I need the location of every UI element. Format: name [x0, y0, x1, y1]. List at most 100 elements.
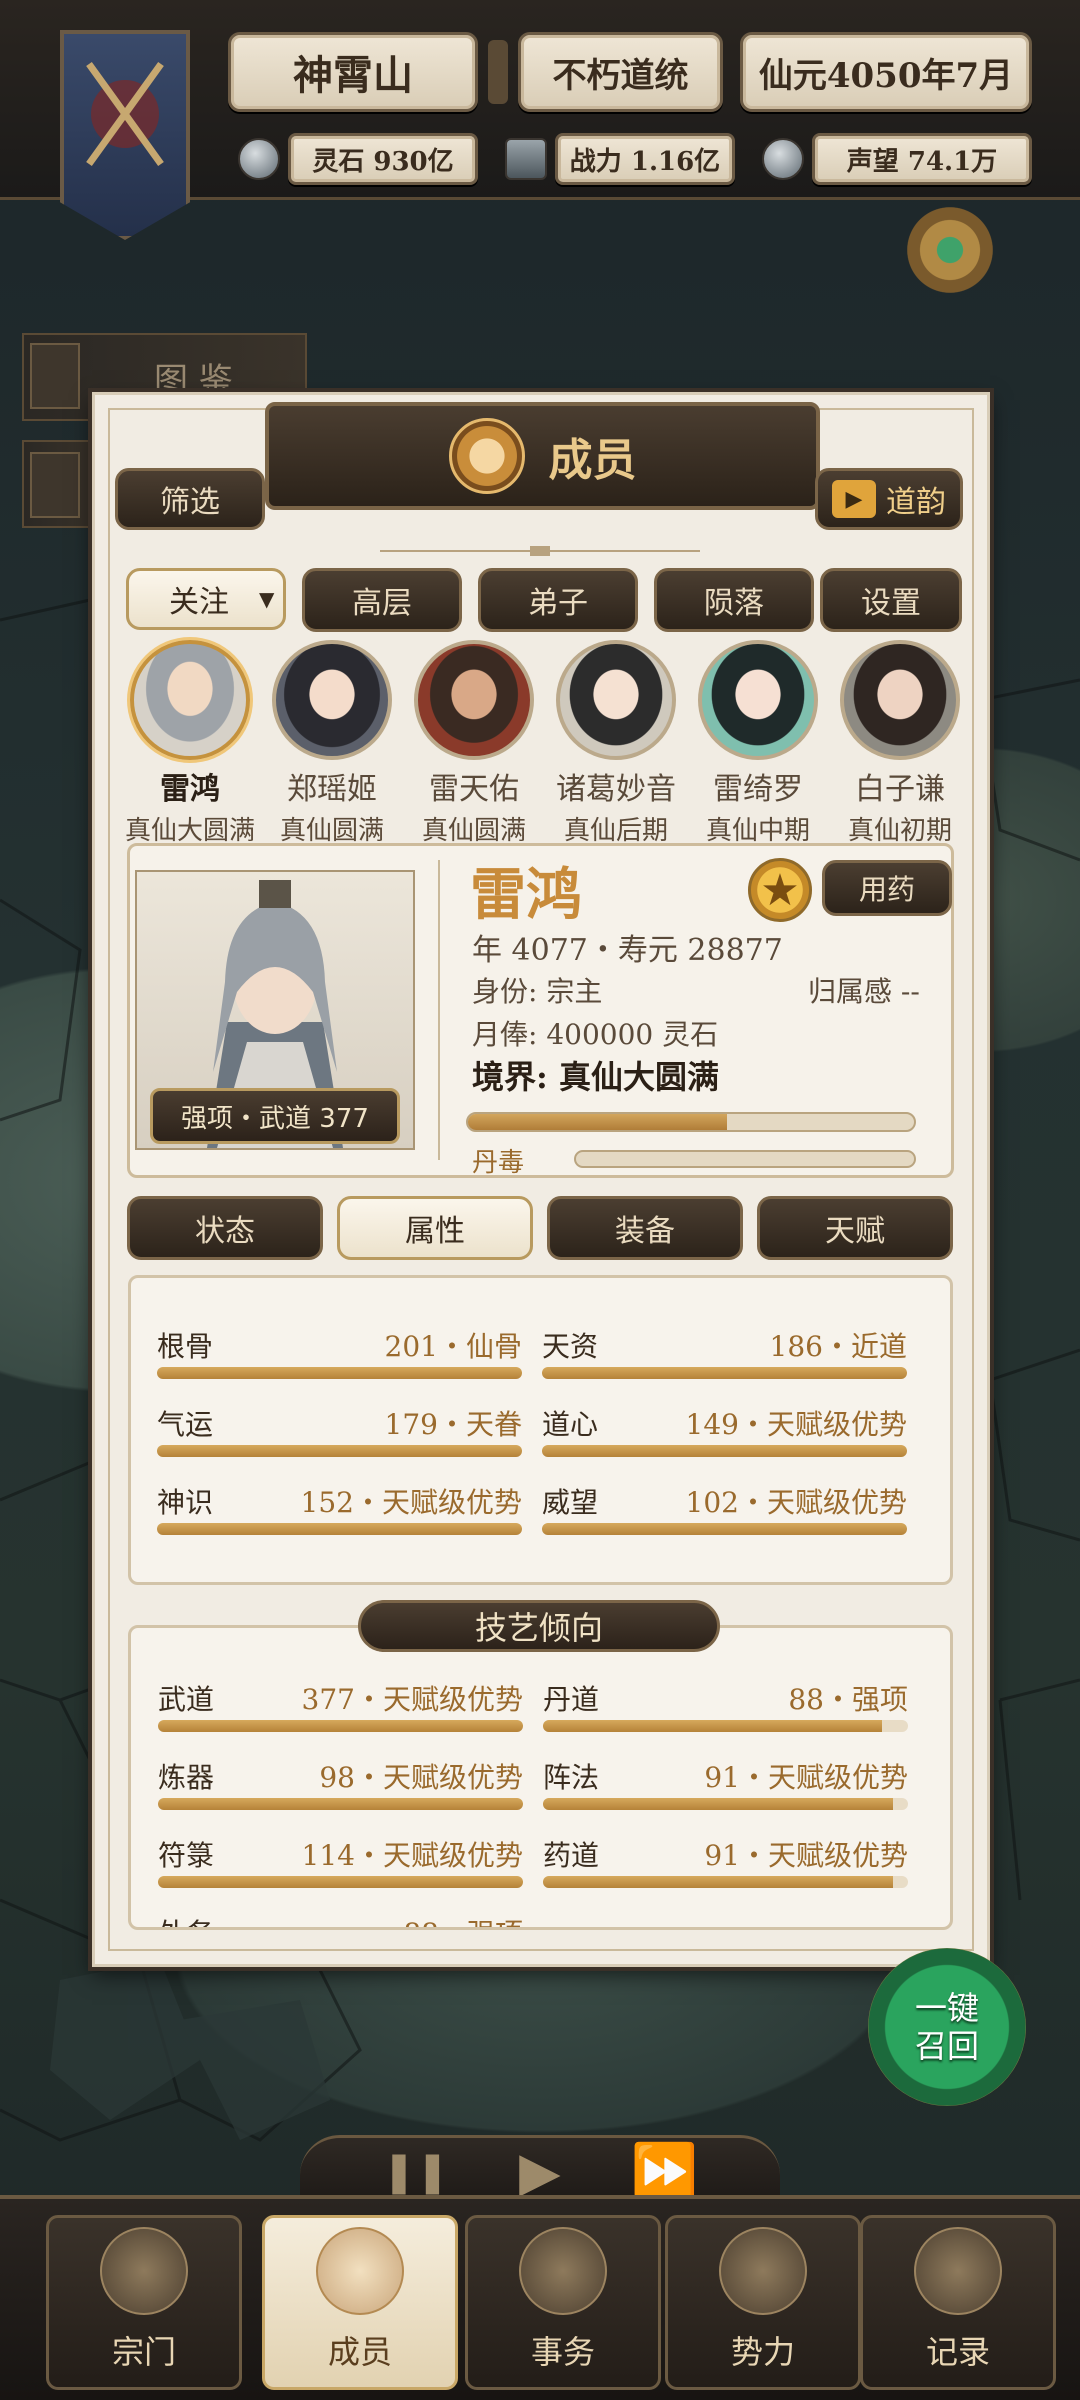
nav-affairs[interactable]: 事务 — [465, 2215, 661, 2390]
member-name: 诸葛妙音 — [556, 772, 676, 807]
skill-value: 88・强项 — [788, 1683, 908, 1716]
skill-value: 98・天赋级优势 — [319, 1761, 523, 1794]
attribute-label: 道心 — [542, 1408, 599, 1441]
member-name: 雷绮罗 — [713, 772, 803, 807]
recall-line1: 一键 — [914, 1989, 979, 2027]
filter-button[interactable]: 筛选 — [115, 468, 265, 530]
attribute-bar — [542, 1523, 907, 1535]
tab-fallen[interactable]: 陨落 — [654, 568, 814, 632]
banner-icon — [719, 2227, 807, 2315]
member-name: 雷鸿 — [160, 772, 220, 807]
attribute-value: 186・近道 — [769, 1330, 907, 1363]
spirit-stone-value: 灵石 930亿 — [288, 133, 478, 185]
member-card[interactable]: 白子谦 真仙初期 — [830, 640, 970, 846]
attributes-grid: 根骨 201・仙骨 天资 186・近道 气运 179・天眷 道心 149・天赋级优势 神识 152… — [157, 1325, 907, 1565]
tab-talents[interactable]: 天赋 — [757, 1196, 953, 1260]
member-realm: 真仙圆满 — [421, 816, 526, 846]
member-card[interactable]: 郑瑶姬 真仙圆满 — [262, 640, 402, 846]
skill-value: 88・强项 — [403, 1912, 523, 1927]
daoyun-button[interactable]: ▶ 道韵 — [815, 468, 963, 530]
tab-status[interactable]: 状态 — [127, 1196, 323, 1260]
sect-title-plate: 不朽道统 — [518, 32, 723, 112]
prestige-resource[interactable]: 声望 74.1万 — [762, 132, 1032, 186]
nav-sect[interactable]: 宗门 — [46, 2215, 242, 2390]
skill-value: 91・天赋级优势 — [704, 1839, 908, 1872]
member-portrait — [698, 640, 818, 760]
sect-banner-icon[interactable] — [60, 30, 190, 240]
daoyun-label: 道韵 — [886, 485, 946, 520]
attribute-bar — [542, 1367, 907, 1379]
nav-affairs-label: 事务 — [530, 2333, 595, 2371]
skill-bar — [543, 1876, 908, 1888]
combat-power-resource[interactable]: 战力 1.16亿 — [505, 132, 735, 186]
member-card[interactable]: 雷天佑 真仙圆满 — [404, 640, 544, 846]
attribute-bar — [157, 1367, 522, 1379]
nav-factions[interactable]: 势力 — [665, 2215, 861, 2390]
skill-row: 阵法 91・天赋级优势 — [543, 1756, 908, 1816]
tab-disciples[interactable]: 弟子 — [478, 568, 638, 632]
member-card[interactable]: 诸葛妙音 真仙后期 — [546, 640, 686, 846]
spirit-stone-icon — [238, 138, 280, 180]
skill-bar-fill — [543, 1720, 883, 1732]
attribute-value: 179・天眷 — [384, 1408, 522, 1441]
settings-gear-icon[interactable] — [900, 200, 1000, 300]
attribute-bar-fill — [542, 1445, 907, 1457]
member-avatar-icon — [448, 418, 525, 494]
poison-progress-bar — [574, 1150, 916, 1168]
nav-records[interactable]: 记录 — [860, 2215, 1056, 2390]
tab-attributes[interactable]: 属性 — [337, 1196, 533, 1260]
nav-records-label: 记录 — [925, 2333, 990, 2371]
skills-box: 武道 377・天赋级优势 丹道 88・强项 炼器 98・天赋级优势 阵法 91・天赋级优势 符箓… — [128, 1625, 953, 1930]
member-card[interactable]: 雷绮罗 真仙中期 — [688, 640, 828, 846]
member-card[interactable]: 雷鸿 真仙大圆满 — [120, 640, 260, 846]
nav-factions-label: 势力 — [730, 2333, 795, 2371]
attribute-value: 201・仙骨 — [384, 1330, 522, 1363]
sword-power-icon — [505, 138, 547, 180]
tab-settings[interactable]: 设置 — [820, 568, 962, 632]
skill-value: 91・天赋级优势 — [704, 1761, 908, 1794]
attribute-label: 威望 — [542, 1486, 599, 1519]
play-icon[interactable]: ▶ — [519, 2140, 561, 2203]
nav-members[interactable]: 成员 — [262, 2215, 458, 2390]
member-portrait — [272, 640, 392, 760]
attribute-bar — [157, 1523, 522, 1535]
identity: 身份: 宗主 — [472, 975, 603, 1008]
tab-senior[interactable]: 高层 — [302, 568, 462, 632]
attribute-bar — [157, 1445, 522, 1457]
member-name: 郑瑶姬 — [287, 772, 377, 807]
member-realm: 真仙大圆满 — [124, 816, 255, 846]
fast-forward-icon[interactable]: ⏩ — [631, 2140, 698, 2204]
pause-icon[interactable]: ❚❚ — [382, 2149, 449, 2195]
realm-progress-bar — [466, 1112, 916, 1132]
member-name: 雷天佑 — [429, 772, 519, 807]
attribute-value: 149・天赋级优势 — [685, 1408, 907, 1441]
skill-row: 丹道 88・强项 — [543, 1678, 908, 1738]
realm-label: 境界: 真仙大圆满 — [472, 1058, 719, 1096]
spirit-stone-resource[interactable]: 灵石 930亿 — [238, 132, 478, 186]
attribute-row: 气运 179・天眷 — [157, 1403, 522, 1463]
skill-bar — [158, 1876, 523, 1888]
attribute-bar-fill — [157, 1367, 522, 1379]
recall-line2: 召回 — [914, 2027, 979, 2065]
favorite-star-icon[interactable]: ★ — [748, 858, 812, 922]
use-medicine-button[interactable]: 用药 — [822, 860, 952, 916]
chevron-down-icon: ▼ — [259, 587, 275, 611]
skills-section-header: 技艺倾向 — [358, 1600, 720, 1652]
prestige-orb-icon — [762, 138, 804, 180]
tab-equipment[interactable]: 装备 — [547, 1196, 743, 1260]
skill-label: 符箓 — [158, 1839, 215, 1872]
skill-label: 外务 — [158, 1912, 214, 1927]
attribute-label: 神识 — [157, 1486, 214, 1519]
book-icon — [914, 2227, 1002, 2315]
crossed-swords-icon — [86, 61, 164, 167]
sect-name-plate: 神霄山 — [228, 32, 478, 112]
skill-value: 377・天赋级优势 — [301, 1683, 523, 1716]
poison-label: 丹毒 — [472, 1148, 525, 1178]
attribute-row: 神识 152・天赋级优势 — [157, 1481, 522, 1541]
follow-select[interactable]: 关注 ▼ — [126, 568, 286, 630]
skills-grid: 武道 377・天赋级优势 丹道 88・强项 炼器 98・天赋级优势 阵法 91・天赋级优势 符箓… — [158, 1678, 908, 1927]
recall-all-button[interactable]: 一键 召回 — [868, 1948, 1026, 2106]
game-date-plate: 仙元4050年7月 — [740, 32, 1032, 112]
detail-divider — [438, 860, 440, 1160]
member-portrait — [130, 640, 250, 760]
